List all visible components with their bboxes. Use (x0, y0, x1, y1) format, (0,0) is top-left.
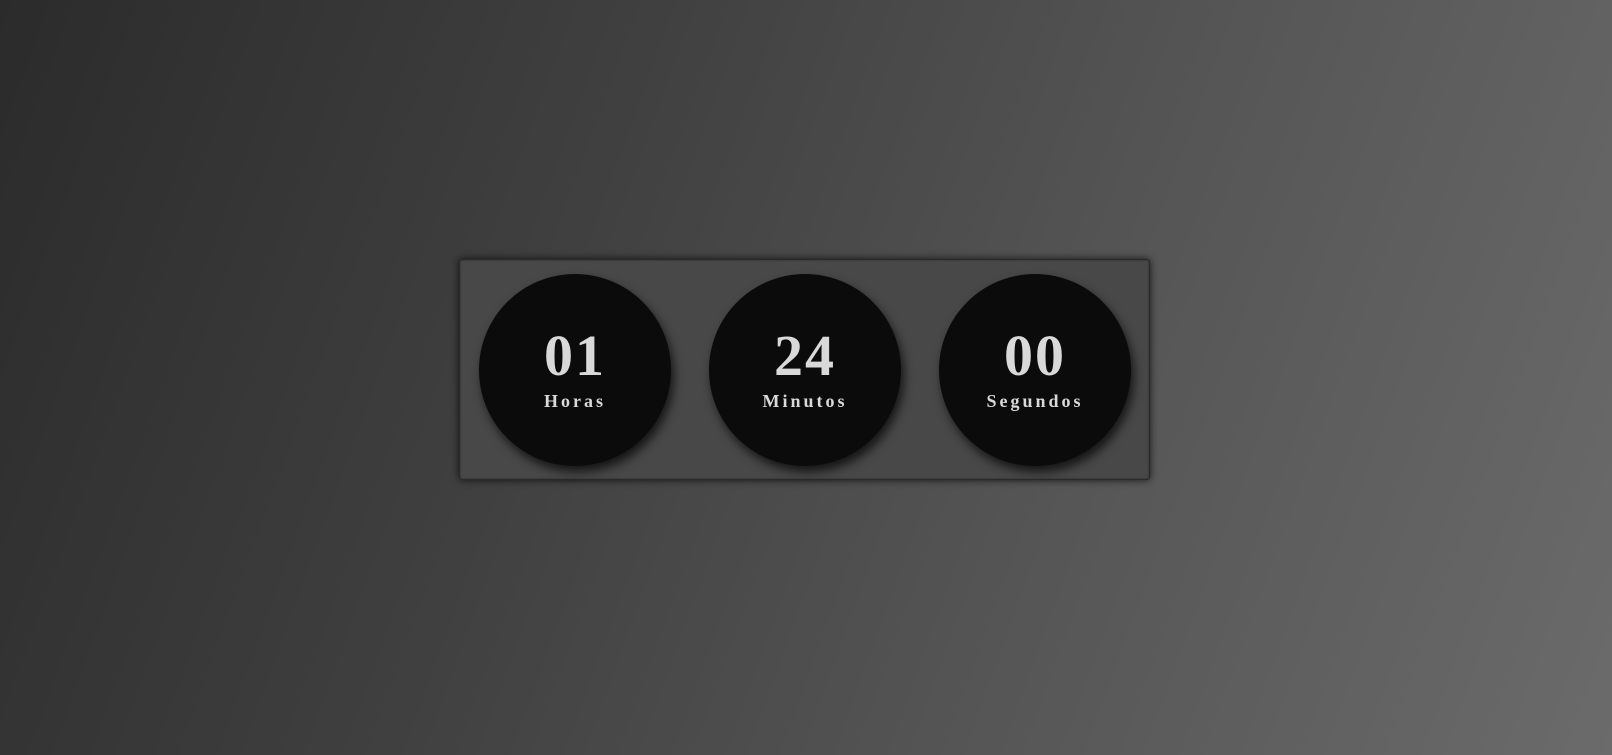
hours-label: Horas (544, 391, 606, 411)
minutes-label: Minutos (762, 391, 848, 411)
hours-circle: 01 Horas (479, 274, 671, 466)
minutes-value: 24 (774, 323, 836, 388)
seconds-circle: 00 Segundos (939, 274, 1131, 466)
countdown-timer: 01 Horas 24 Minutos 00 Segundos (459, 259, 1150, 480)
seconds-value: 00 (1004, 323, 1066, 388)
seconds-label: Segundos (986, 391, 1084, 411)
hours-value: 01 (544, 323, 606, 388)
minutes-circle: 24 Minutos (709, 274, 901, 466)
